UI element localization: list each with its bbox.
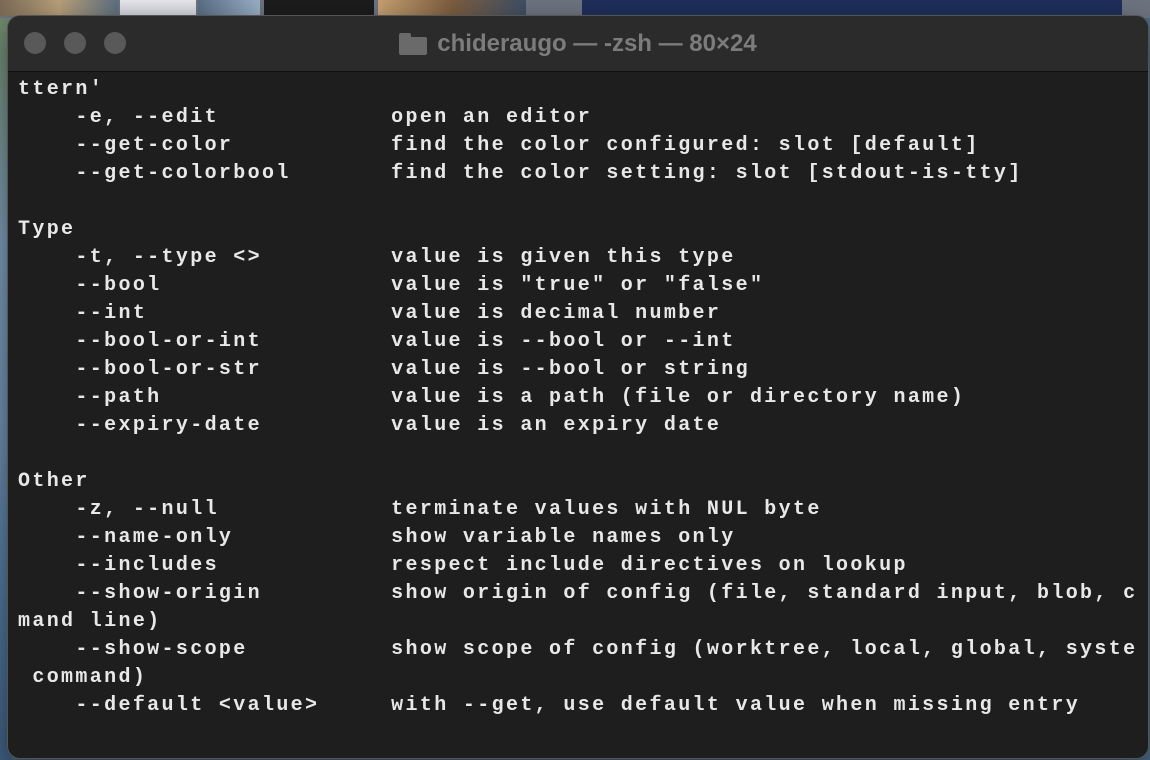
desktop-thumbnail <box>0 0 118 16</box>
terminal-line: -e, --edit open an editor <box>18 106 593 129</box>
window-title: chideraugo — -zsh — 80×24 <box>8 30 1148 58</box>
terminal-line: Type <box>18 218 76 241</box>
terminal-line: --get-color find the color configured: s… <box>18 134 980 157</box>
terminal-line: --includes respect include directives on… <box>18 554 908 577</box>
terminal-line: -t, --type <> value is given this type <box>18 246 736 269</box>
desktop-thumbnail <box>264 0 374 16</box>
terminal-line: -z, --null terminate values with NUL byt… <box>18 498 822 521</box>
terminal-line: command) <box>18 666 148 689</box>
desktop-window-edge <box>582 0 1122 16</box>
terminal-line: --bool-or-str value is --bool or string <box>18 358 750 381</box>
terminal-line: --default <value> with --get, use defaul… <box>18 694 1081 717</box>
terminal-line: Other <box>18 470 90 493</box>
terminal-line: --show-scope show scope of config (workt… <box>18 638 1148 661</box>
terminal-output[interactable]: ttern' -e, --edit open an editor --get-c… <box>18 76 1148 746</box>
terminal-line: --path value is a path (file or director… <box>18 386 966 409</box>
title-bar[interactable]: chideraugo — -zsh — 80×24 <box>8 16 1148 72</box>
terminal-line: --int value is decimal number <box>18 302 722 325</box>
terminal-line: ttern' <box>18 78 105 101</box>
terminal-line: --bool-or-int value is --bool or --int <box>18 330 736 353</box>
desktop-thumbnail <box>198 0 260 16</box>
desktop-thumbnail <box>378 0 526 16</box>
terminal-line: --name-only show variable names only <box>18 526 736 549</box>
terminal-line: --bool value is "true" or "false" <box>18 274 765 297</box>
window-title-text: chideraugo — -zsh — 80×24 <box>437 30 757 57</box>
folder-icon <box>399 33 428 55</box>
terminal-window[interactable]: chideraugo — -zsh — 80×24 ttern' -e, --e… <box>8 16 1148 758</box>
terminal-line: --show-origin show origin of config (fil… <box>18 582 1148 605</box>
scrollbar[interactable] <box>1138 72 1148 758</box>
terminal-line: --expiry-date value is an expiry date <box>18 414 722 437</box>
terminal-line: mand line) <box>18 610 162 633</box>
desktop-thumbnail <box>120 0 196 16</box>
terminal-line: --get-colorbool find the color setting: … <box>18 162 1023 185</box>
